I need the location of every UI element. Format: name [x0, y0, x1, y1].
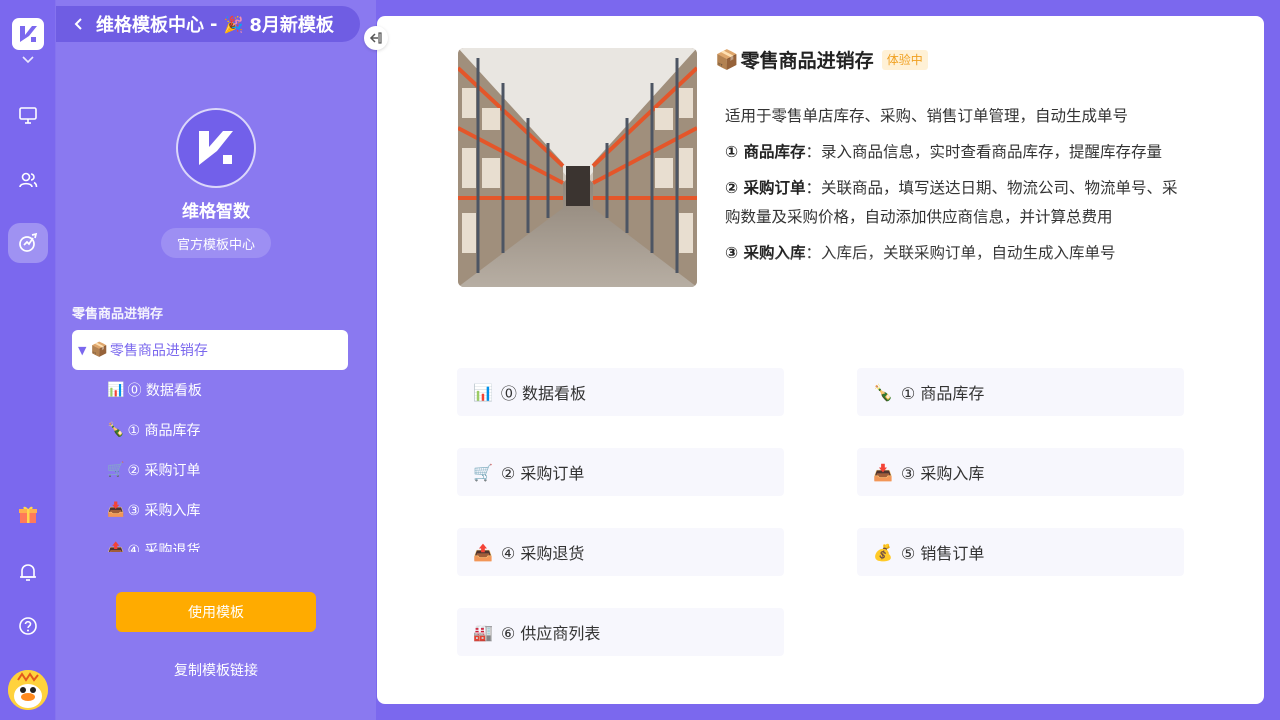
feature-text: ：录入商品信息，实时查看商品库存，提醒库存存量	[805, 143, 1163, 161]
collapse-sidebar-button[interactable]	[364, 26, 388, 50]
help-icon	[19, 617, 37, 635]
tree-item-purchase-return[interactable]: 📤 ④ 采购退货	[72, 530, 348, 552]
tree-item-label: ⓪ 数据看板	[127, 383, 202, 399]
bottle-icon: 🍾	[107, 422, 125, 438]
brand-logo-icon	[199, 131, 233, 165]
description-fade	[725, 254, 1181, 288]
main-panel: 📦 零售商品进销存 体验中 适用于零售单店库存、采购、销售订单管理，自动生成单号…	[377, 16, 1264, 704]
datasheet-card-purchase-order[interactable]: 🛒 ② 采购订单	[457, 448, 784, 496]
section-title: 零售商品进销存	[72, 307, 164, 322]
gift-icon	[19, 506, 37, 523]
package-icon: 📦	[90, 342, 108, 358]
breadcrumb-subtitle: 8月新模板	[249, 15, 334, 36]
members-button[interactable]	[8, 160, 48, 200]
template-title: 📦 零售商品进销存 体验中	[715, 46, 928, 73]
outbox-icon: 📤	[473, 542, 493, 562]
feature-heading: ① 商品库存	[725, 143, 806, 161]
card-label: ⓪ 数据看板	[500, 384, 587, 403]
tree-item-dashboard[interactable]: 📊 ⓪ 数据看板	[72, 370, 348, 410]
logo-icon	[20, 26, 37, 42]
datasheet-card-purchase-return[interactable]: 📤 ④ 采购退货	[457, 528, 784, 576]
breadcrumb-back-label[interactable]: 维格模板中心	[96, 11, 204, 37]
template-name: 零售商品进销存	[740, 50, 874, 72]
warehouse-image	[458, 48, 697, 287]
card-label: ② 采购订单	[500, 464, 585, 483]
template-tree: ▼ 📦 零售商品进销存 📊 ⓪ 数据看板 🍾 ① 商品库存 🛒 ② 采购订单 📥…	[72, 330, 348, 552]
datasheet-card-supplier-list[interactable]: 🏭 ⑥ 供应商列表	[457, 608, 784, 656]
brand-tag[interactable]: 官方模板中心	[161, 228, 271, 258]
tree-item-label: ③ 采购入库	[127, 503, 201, 519]
chevron-left-icon[interactable]	[72, 17, 86, 31]
description-intro: 适用于零售单店库存、采购、销售订单管理，自动生成单号	[725, 107, 1129, 125]
party-popper-icon: 🎉	[223, 14, 244, 34]
tree-item-label: ④ 采购退货	[127, 543, 201, 552]
card-label: ⑤ 销售订单	[900, 544, 985, 563]
datasheet-card-inventory[interactable]: 🍾 ① 商品库存	[857, 368, 1184, 416]
monitor-icon	[19, 107, 37, 124]
outbox-icon: 📤	[107, 542, 125, 552]
workspace-logo[interactable]	[12, 18, 44, 50]
cart-icon: 🛒	[473, 462, 493, 482]
tree-item-label: ① 商品库存	[127, 423, 201, 439]
icon-rail	[0, 0, 56, 720]
users-icon	[19, 172, 38, 188]
datasheet-card-stock-in[interactable]: 📥 ③ 采购入库	[857, 448, 1184, 496]
bar-chart-icon: 📊	[473, 382, 493, 402]
brand-name: 维格智数	[182, 202, 250, 222]
use-template-button[interactable]: 使用模板	[116, 592, 316, 632]
caret-down-icon[interactable]: ▼	[78, 344, 86, 357]
help-button[interactable]	[8, 606, 48, 646]
tree-item-inventory[interactable]: 🍾 ① 商品库存	[72, 410, 348, 450]
breadcrumb[interactable]: 维格模板中心 - 🎉 8月新模板	[56, 6, 360, 42]
datasheet-card-sales-order[interactable]: 💰 ⑤ 销售订单	[857, 528, 1184, 576]
cart-icon: 🛒	[107, 462, 125, 478]
status-badge: 体验中	[881, 49, 928, 70]
card-label: ③ 采购入库	[900, 464, 985, 483]
tree-root-item[interactable]: ▼ 📦 零售商品进销存	[72, 330, 348, 370]
tree-item-label: ② 采购订单	[127, 463, 201, 479]
tree-item-purchase-order[interactable]: 🛒 ② 采购订单	[72, 450, 348, 490]
card-label: ④ 采购退货	[500, 544, 585, 563]
chevron-down-icon[interactable]	[20, 54, 36, 66]
warehouse-illustration	[458, 48, 697, 287]
template-center-button[interactable]	[8, 223, 48, 263]
collapse-left-icon	[369, 32, 382, 44]
bell-icon	[20, 564, 36, 581]
bar-chart-icon: 📊	[107, 382, 125, 398]
breadcrumb-separator: -	[210, 13, 218, 35]
tree-root-label: 零售商品进销存	[109, 343, 208, 359]
card-label: ⑥ 供应商列表	[500, 624, 601, 643]
tree-item-stock-in[interactable]: 📥 ③ 采购入库	[72, 490, 348, 530]
feature-paragraph: ① 商品库存：录入商品信息，实时查看商品库存，提醒库存存量	[725, 138, 1181, 167]
inbox-icon: 📥	[107, 502, 125, 518]
monitor-button[interactable]	[8, 95, 48, 135]
brand-avatar	[176, 108, 256, 188]
duck-avatar-icon	[8, 670, 48, 710]
feature-heading: ② 采购订单	[725, 179, 806, 197]
money-bag-icon: 💰	[873, 542, 893, 562]
package-icon: 📦	[715, 49, 739, 71]
template-icon	[19, 232, 38, 252]
card-label: ① 商品库存	[900, 384, 985, 403]
feature-paragraph: ② 采购订单：关联商品，填写送达日期、物流公司、物流单号、采购数量及采购价格，自…	[725, 174, 1181, 232]
notification-button[interactable]	[8, 552, 48, 592]
user-avatar[interactable]	[8, 670, 48, 710]
template-sidebar: 维格模板中心 - 🎉 8月新模板 维格智数 官方模板中心 零售商品进销存 ▼ 📦…	[56, 0, 376, 720]
copy-link-button[interactable]: 复制模板链接	[116, 660, 316, 680]
gift-button[interactable]	[8, 494, 48, 534]
bottle-icon: 🍾	[873, 382, 893, 402]
datasheet-card-dashboard[interactable]: 📊 ⓪ 数据看板	[457, 368, 784, 416]
inbox-icon: 📥	[873, 462, 893, 482]
factory-icon: 🏭	[473, 622, 493, 642]
